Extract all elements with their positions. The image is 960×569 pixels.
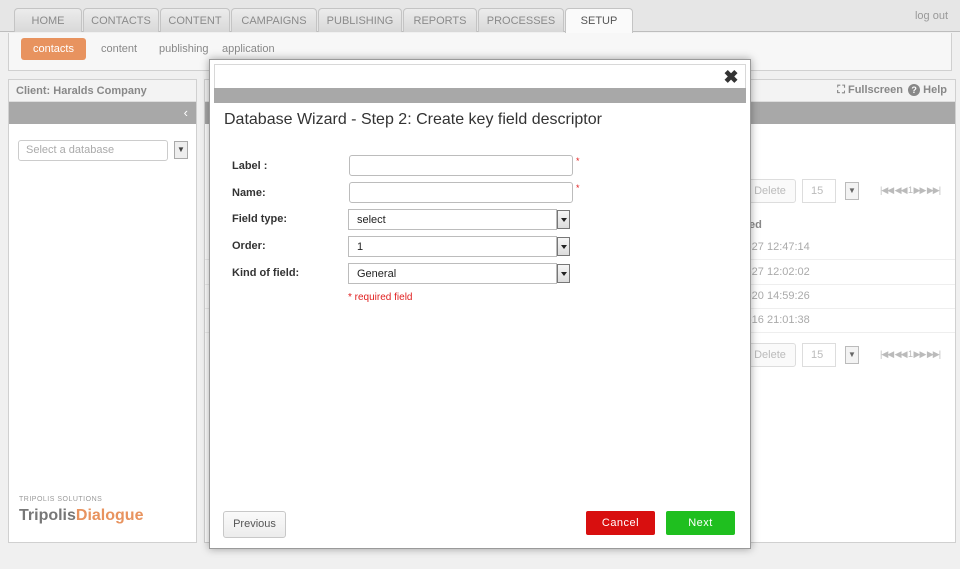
label-input[interactable]: [349, 155, 573, 176]
previous-button[interactable]: Previous: [223, 511, 286, 538]
chevron-down-icon[interactable]: [557, 210, 570, 229]
database-wizard-dialog: ✖ Database Wizard - Step 2: Create key f…: [209, 59, 751, 549]
chevron-down-icon[interactable]: [557, 264, 570, 283]
required-field-note: * required field: [348, 292, 413, 303]
label-field-label: Label :: [232, 160, 268, 172]
order-label: Order:: [232, 240, 266, 252]
cancel-button[interactable]: Cancel: [586, 511, 655, 535]
next-button[interactable]: Next: [666, 511, 735, 535]
name-field-label: Name:: [232, 187, 266, 199]
field-type-label: Field type:: [232, 213, 288, 225]
name-input[interactable]: [349, 182, 573, 203]
dialog-title: Database Wizard - Step 2: Create key fie…: [224, 111, 602, 128]
required-marker: *: [576, 183, 580, 193]
dialog-header-strip: [214, 88, 746, 103]
chevron-down-icon[interactable]: [557, 237, 570, 256]
kind-of-field-label: Kind of field:: [232, 267, 300, 279]
dialog-titlebar: ✖: [214, 64, 746, 88]
close-icon[interactable]: ✖: [723, 68, 739, 86]
order-select[interactable]: 1: [348, 236, 557, 257]
field-type-select[interactable]: select: [348, 209, 557, 230]
kind-of-field-select[interactable]: General: [348, 263, 557, 284]
required-marker: *: [576, 156, 580, 166]
